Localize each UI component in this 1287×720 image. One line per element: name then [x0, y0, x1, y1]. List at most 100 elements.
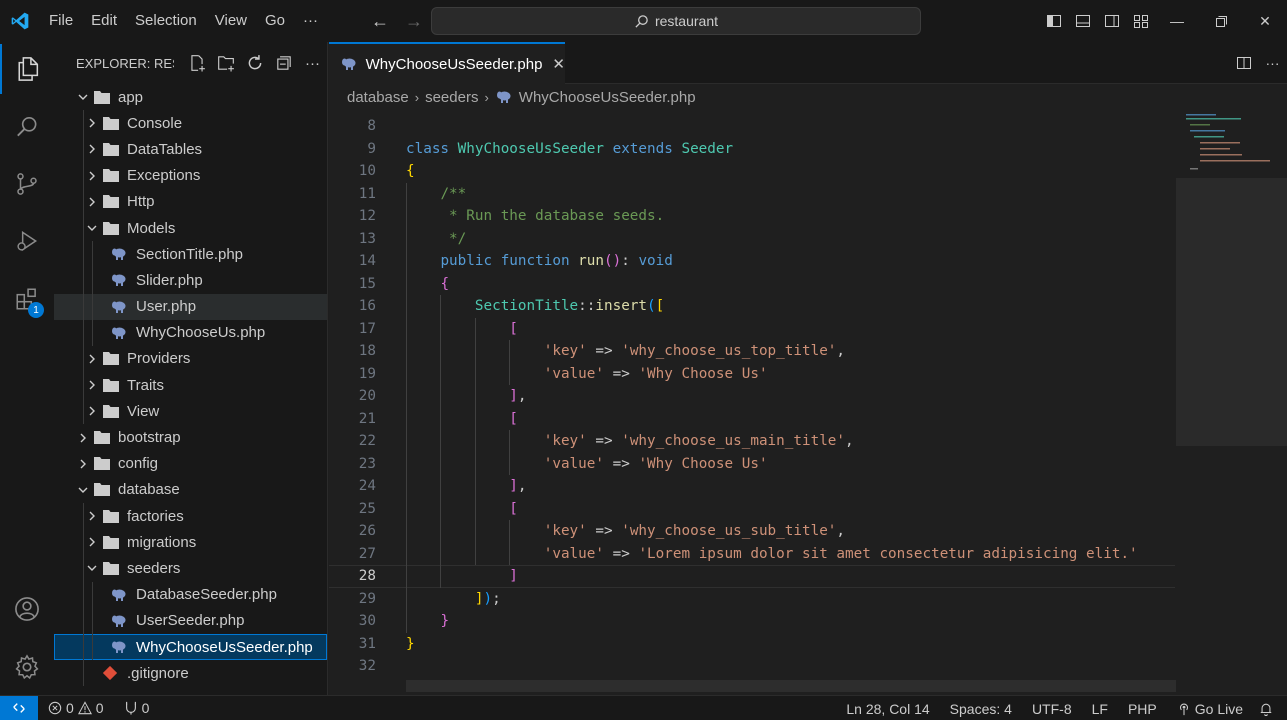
code-token: */: [440, 230, 467, 247]
code-token: =>: [586, 343, 622, 360]
tree-item-factories[interactable]: factories: [54, 503, 327, 530]
settings-gear-icon[interactable]: [0, 642, 54, 692]
close-window-button[interactable]: ✕: [1243, 0, 1287, 42]
tree-item-seeders[interactable]: seeders: [54, 555, 327, 582]
ports-indicator[interactable]: 0: [118, 700, 156, 716]
indent-guide: [83, 345, 84, 373]
tree-item-migrations[interactable]: migrations: [54, 529, 327, 556]
remote-indicator-icon[interactable]: [0, 695, 38, 720]
cursor-position[interactable]: Ln 28, Col 14: [836, 701, 939, 717]
minimize-button[interactable]: —: [1155, 0, 1199, 42]
chevron-right-icon: [83, 193, 101, 211]
tree-item-gitignore[interactable]: .gitignore: [54, 660, 327, 687]
folder-icon: [92, 429, 112, 447]
back-arrow-icon[interactable]: ←: [363, 11, 397, 32]
indent-guide: [83, 267, 84, 294]
tree-item-http[interactable]: Http: [54, 188, 327, 215]
go-live-button[interactable]: Go Live: [1167, 701, 1253, 717]
tree-item-exceptions[interactable]: Exceptions: [54, 162, 327, 189]
horizontal-scrollbar[interactable]: [406, 680, 1176, 692]
tree-item-view[interactable]: View: [54, 398, 327, 425]
encoding[interactable]: UTF-8: [1022, 701, 1082, 717]
code-token: extends: [612, 140, 682, 157]
code-line: 26 'key' => 'why_choose_us_sub_title',: [329, 520, 1175, 543]
tree-item-database[interactable]: database: [54, 477, 327, 503]
code-line: 14 public function run(): void: [329, 250, 1175, 273]
tree-item-slider-php[interactable]: Slider.php: [54, 267, 327, 294]
breadcrumb-seeders[interactable]: seeders: [425, 89, 478, 106]
tree-item-whychooseusseeder-php[interactable]: WhyChooseUsSeeder.php: [54, 633, 327, 661]
menu-more-button[interactable]: ···: [294, 0, 327, 42]
toggle-panel-icon[interactable]: [1068, 0, 1097, 42]
indentation[interactable]: Spaces: 4: [940, 701, 1022, 717]
code-token: 'why_choose_us_sub_title': [621, 523, 837, 540]
code-text: ]);: [406, 591, 501, 607]
tree-item-console[interactable]: Console: [54, 110, 327, 137]
new-file-icon[interactable]: [182, 52, 211, 74]
customize-layout-icon[interactable]: [1126, 0, 1155, 42]
tree-item-datatables[interactable]: DataTables: [54, 136, 327, 163]
line-ending[interactable]: LF: [1082, 701, 1118, 717]
go-live-label: Go Live: [1194, 700, 1243, 717]
folder-icon: [101, 350, 121, 368]
code-token: insert: [595, 298, 648, 315]
tree-item-models[interactable]: Models: [54, 214, 327, 242]
minimap[interactable]: [1176, 110, 1287, 695]
close-tab-icon[interactable]: ✕: [552, 55, 565, 73]
toggle-primary-sidebar-icon[interactable]: [1039, 0, 1068, 42]
tree-item-sectiontitle-php[interactable]: SectionTitle.php: [54, 241, 327, 268]
tab-whychooseusseeder[interactable]: WhyChooseUsSeeder.php ✕: [329, 42, 565, 84]
folder-icon: [101, 167, 121, 185]
breadcrumb-file[interactable]: WhyChooseUsSeeder.php: [519, 89, 696, 106]
folder-icon: [101, 193, 121, 211]
code-token: ): [483, 590, 493, 607]
source-control-icon[interactable]: [0, 159, 54, 209]
collapse-all-icon[interactable]: [269, 52, 298, 74]
indent-guide: [83, 581, 84, 608]
run-debug-icon[interactable]: [0, 216, 54, 266]
tree-item-user-php[interactable]: User.php: [54, 293, 327, 320]
tree-item-whychooseus-php[interactable]: WhyChooseUs.php: [54, 319, 327, 346]
tree-item-providers[interactable]: Providers: [54, 345, 327, 373]
problems-indicator[interactable]: 0 0: [42, 700, 110, 716]
minimap-slider[interactable]: [1176, 178, 1287, 446]
restore-button[interactable]: [1199, 0, 1243, 42]
search-view-icon[interactable]: [0, 102, 54, 152]
tree-item-config[interactable]: config: [54, 451, 327, 477]
accounts-icon[interactable]: [0, 584, 54, 634]
more-actions-icon[interactable]: ···: [298, 52, 327, 74]
chevron-down-icon: [74, 88, 92, 106]
refresh-icon[interactable]: [240, 52, 269, 74]
code-text: 'value' => 'Why Choose Us': [406, 366, 768, 382]
tree-item-app[interactable]: app: [54, 84, 327, 110]
code-editor[interactable]: 8 9 class WhyChooseUsSeeder extends Seeder…: [329, 110, 1287, 695]
breadcrumb-database[interactable]: database: [347, 89, 409, 106]
split-editor-icon[interactable]: [1229, 42, 1258, 84]
menu-go[interactable]: Go: [256, 0, 294, 42]
indent-guide: [83, 162, 84, 189]
editor-more-actions-icon[interactable]: ···: [1258, 42, 1287, 84]
menu-file[interactable]: File: [40, 0, 82, 42]
tree-item-label: seeders: [127, 559, 181, 577]
notifications-bell-icon[interactable]: [1253, 702, 1279, 716]
indent-guide: [92, 607, 93, 634]
new-folder-icon[interactable]: [211, 52, 240, 74]
error-count: 0: [66, 700, 74, 716]
command-center-search[interactable]: restaurant: [431, 7, 921, 35]
menu-selection[interactable]: Selection: [126, 0, 206, 42]
folder-open-icon: [101, 559, 121, 577]
extensions-icon[interactable]: 1: [0, 274, 54, 324]
language-mode[interactable]: PHP: [1118, 701, 1167, 717]
tree-item-databaseseeder-php[interactable]: DatabaseSeeder.php: [54, 581, 327, 608]
menu-edit[interactable]: Edit: [82, 0, 126, 42]
explorer-icon[interactable]: [0, 44, 54, 94]
chevron-right-icon: ›: [414, 89, 420, 105]
tree-item-traits[interactable]: Traits: [54, 372, 327, 399]
menu-view[interactable]: View: [206, 0, 256, 42]
tree-item-bootstrap[interactable]: bootstrap: [54, 424, 327, 450]
toggle-secondary-sidebar-icon[interactable]: [1097, 0, 1126, 42]
forward-arrow-icon[interactable]: →: [397, 11, 431, 32]
code-token: 'why_choose_us_top_title': [621, 343, 837, 360]
tree-item-userseeder-php[interactable]: UserSeeder.php: [54, 607, 327, 634]
